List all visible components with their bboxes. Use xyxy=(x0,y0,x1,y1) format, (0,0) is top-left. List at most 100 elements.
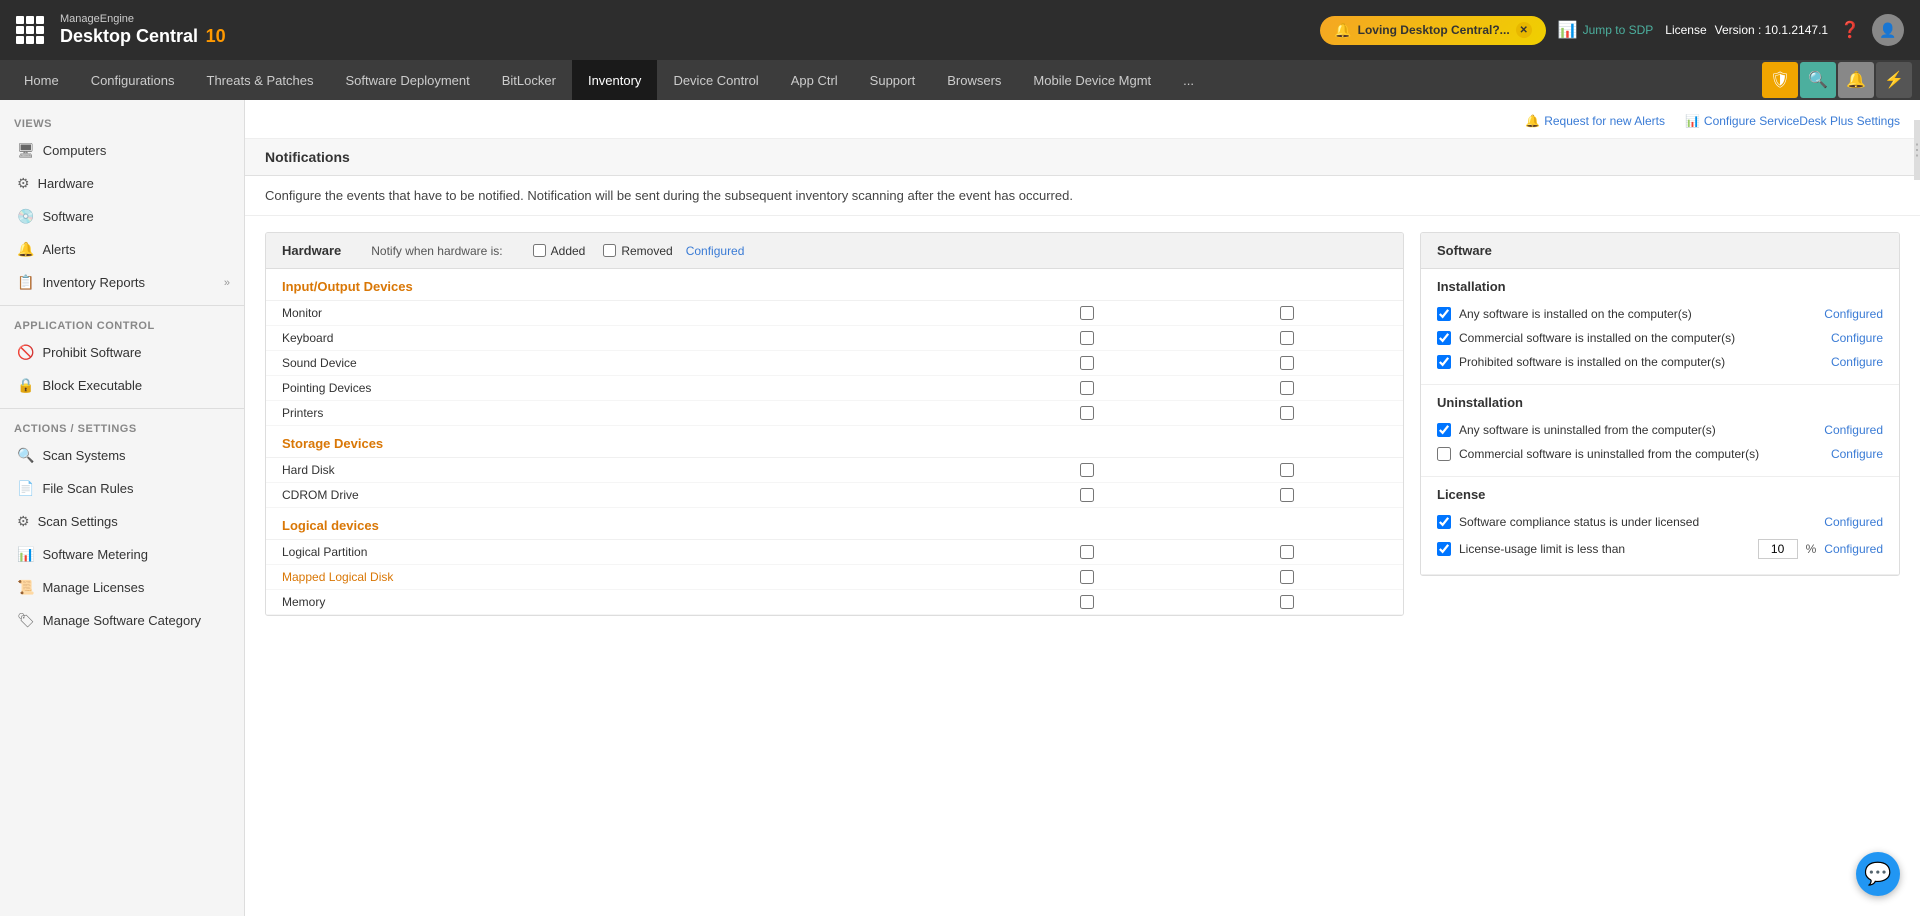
sidebar-item-software[interactable]: 💿 Software xyxy=(0,200,244,233)
sidebar-item-prohibit-software[interactable]: 🚫 Prohibit Software xyxy=(0,336,244,369)
commercial-installed-cb[interactable] xyxy=(1437,331,1451,345)
hardware-panel-header: Hardware Notify when hardware is: Added … xyxy=(266,233,1403,269)
bell-icon-button[interactable]: 🔔 xyxy=(1838,62,1874,98)
pointing-removed-cb[interactable] xyxy=(1280,381,1294,395)
settings-icon: ⚙ xyxy=(17,513,30,530)
jump-sdp-button[interactable]: 📊 Jump to SDP xyxy=(1558,20,1654,40)
metering-icon: 📊 xyxy=(17,546,34,563)
nav-item-browsers[interactable]: Browsers xyxy=(931,60,1017,100)
close-notification-icon[interactable]: ✕ xyxy=(1516,22,1532,38)
configure-sdp-link[interactable]: 📊 Configure ServiceDesk Plus Settings xyxy=(1685,114,1900,128)
content-header: 🔔 Request for new Alerts 📊 Configure Ser… xyxy=(245,100,1920,139)
sidebar-item-block-executable[interactable]: 🔒 Block Executable xyxy=(0,369,244,402)
sidebar-label-block-executable: Block Executable xyxy=(42,378,142,393)
license-usage-pct-input[interactable] xyxy=(1758,539,1798,559)
lightning-icon-button[interactable]: ⚡ xyxy=(1876,62,1912,98)
software-panel: Software Installation Any software is in… xyxy=(1420,232,1900,576)
commercial-uninstalled-configure-link[interactable]: Configure xyxy=(1831,447,1883,461)
compliance-configured-link[interactable]: Configured xyxy=(1824,515,1883,529)
commercial-installed-configure-link[interactable]: Configure xyxy=(1831,331,1883,345)
sidebar-item-alerts[interactable]: 🔔 Alerts xyxy=(0,233,244,266)
pointing-added-cb[interactable] xyxy=(1080,381,1094,395)
arrow-icon: » xyxy=(224,277,230,289)
memory-added-cb[interactable] xyxy=(1080,595,1094,609)
cdrom-removed-cb[interactable] xyxy=(1280,488,1294,502)
avatar[interactable]: 👤 xyxy=(1872,14,1904,46)
keyboard-removed-cb[interactable] xyxy=(1280,331,1294,345)
sidebar-label-manage-software-category: Manage Software Category xyxy=(43,613,201,628)
sidebar-item-computers[interactable]: 🖥 Computers xyxy=(0,134,244,167)
license-info: License Version : 10.1.2147.1 xyxy=(1665,23,1828,37)
sidebar-item-file-scan-rules[interactable]: 📄 File Scan Rules xyxy=(0,472,244,505)
cdrom-added-cb[interactable] xyxy=(1080,488,1094,502)
nav-item-inventory[interactable]: Inventory xyxy=(572,60,657,100)
sw-uninstallation-section: Uninstallation Any software is uninstall… xyxy=(1421,385,1899,477)
nav-item-device-control[interactable]: Device Control xyxy=(657,60,774,100)
notification-banner[interactable]: 🔔 Loving Desktop Central?... ✕ xyxy=(1320,16,1545,45)
logo-area: ManageEngine Desktop Central 10 xyxy=(16,13,226,48)
hardware-configured-link[interactable]: Configured xyxy=(686,244,745,258)
any-installed-cb[interactable] xyxy=(1437,307,1451,321)
alert-link-icon: 🔔 xyxy=(1525,114,1540,128)
hw-row-printers: Printers xyxy=(266,401,1403,426)
monitor-removed-cb[interactable] xyxy=(1280,306,1294,320)
sidebar-item-scan-settings[interactable]: ⚙ Scan Settings xyxy=(0,505,244,538)
sound-added-cb[interactable] xyxy=(1080,356,1094,370)
mappeddisk-removed-cb[interactable] xyxy=(1280,570,1294,584)
harddisk-removed-cb[interactable] xyxy=(1280,463,1294,477)
added-header: Added xyxy=(533,244,586,258)
nav-item-bitlocker[interactable]: BitLocker xyxy=(486,60,572,100)
memory-removed-cb[interactable] xyxy=(1280,595,1294,609)
logical-devices-section-title: Logical devices xyxy=(266,508,1403,540)
removed-all-checkbox[interactable] xyxy=(603,244,616,257)
sidebar-label-scan-settings: Scan Settings xyxy=(38,514,118,529)
license-usage-configured-link[interactable]: Configured xyxy=(1824,542,1883,556)
sidebar-item-software-metering[interactable]: 📊 Software Metering xyxy=(0,538,244,571)
nav-item-support[interactable]: Support xyxy=(854,60,932,100)
commercial-installed-label: Commercial software is installed on the … xyxy=(1459,331,1823,345)
nav-item-software-deployment[interactable]: Software Deployment xyxy=(329,60,485,100)
printers-added-cb[interactable] xyxy=(1080,406,1094,420)
shield-icon-button[interactable]: 🛡 xyxy=(1762,62,1798,98)
help-icon[interactable]: ❓ xyxy=(1840,20,1860,40)
sidebar-item-hardware[interactable]: ⚙ Hardware xyxy=(0,167,244,200)
sidebar-item-inventory-reports[interactable]: 📋 Inventory Reports » xyxy=(0,266,244,299)
sidebar-item-manage-licenses[interactable]: 📜 Manage Licenses xyxy=(0,571,244,604)
printers-removed-cb[interactable] xyxy=(1280,406,1294,420)
any-installed-configured-link[interactable]: Configured xyxy=(1824,307,1883,321)
added-all-checkbox[interactable] xyxy=(533,244,546,257)
any-uninstalled-configured-link[interactable]: Configured xyxy=(1824,423,1883,437)
harddisk-added-cb[interactable] xyxy=(1080,463,1094,477)
sidebar-item-manage-software-category[interactable]: 🏷 Manage Software Category xyxy=(0,604,244,637)
any-uninstalled-cb[interactable] xyxy=(1437,423,1451,437)
prohibited-installed-cb[interactable] xyxy=(1437,355,1451,369)
sw-row-commercial-installed: Commercial software is installed on the … xyxy=(1437,326,1883,350)
notification-text: Loving Desktop Central?... xyxy=(1358,23,1510,37)
prohibited-installed-configure-link[interactable]: Configure xyxy=(1831,355,1883,369)
nav-item-home[interactable]: Home xyxy=(8,60,75,100)
keyboard-added-cb[interactable] xyxy=(1080,331,1094,345)
search-icon-button[interactable]: 🔍 xyxy=(1800,62,1836,98)
request-alerts-link[interactable]: 🔔 Request for new Alerts xyxy=(1525,114,1665,128)
notify-when-label: Notify when hardware is: xyxy=(371,244,502,258)
nav-item-configurations[interactable]: Configurations xyxy=(75,60,191,100)
logicalpartition-removed-cb[interactable] xyxy=(1280,545,1294,559)
logicalpartition-added-cb[interactable] xyxy=(1080,545,1094,559)
mappeddisk-added-cb[interactable] xyxy=(1080,570,1094,584)
nav-item-more[interactable]: ... xyxy=(1167,60,1210,100)
bell-icon: 🔔 xyxy=(1334,22,1351,39)
chat-bubble-button[interactable]: 💬 xyxy=(1856,852,1900,896)
sound-removed-cb[interactable] xyxy=(1280,356,1294,370)
sidebar-label-software-metering: Software Metering xyxy=(42,547,148,562)
hw-row-mapped-disk: Mapped Logical Disk xyxy=(266,565,1403,590)
compliance-cb[interactable] xyxy=(1437,515,1451,529)
nav-item-app-ctrl[interactable]: App Ctrl xyxy=(775,60,854,100)
monitor-added-cb[interactable] xyxy=(1080,306,1094,320)
nav-item-threats[interactable]: Threats & Patches xyxy=(191,60,330,100)
license-label: License xyxy=(1665,23,1706,37)
commercial-uninstalled-cb[interactable] xyxy=(1437,447,1451,461)
license-usage-cb[interactable] xyxy=(1437,542,1451,556)
nav-item-mobile[interactable]: Mobile Device Mgmt xyxy=(1017,60,1167,100)
compliance-label: Software compliance status is under lice… xyxy=(1459,515,1816,529)
sidebar-item-scan-systems[interactable]: 🔍 Scan Systems xyxy=(0,439,244,472)
